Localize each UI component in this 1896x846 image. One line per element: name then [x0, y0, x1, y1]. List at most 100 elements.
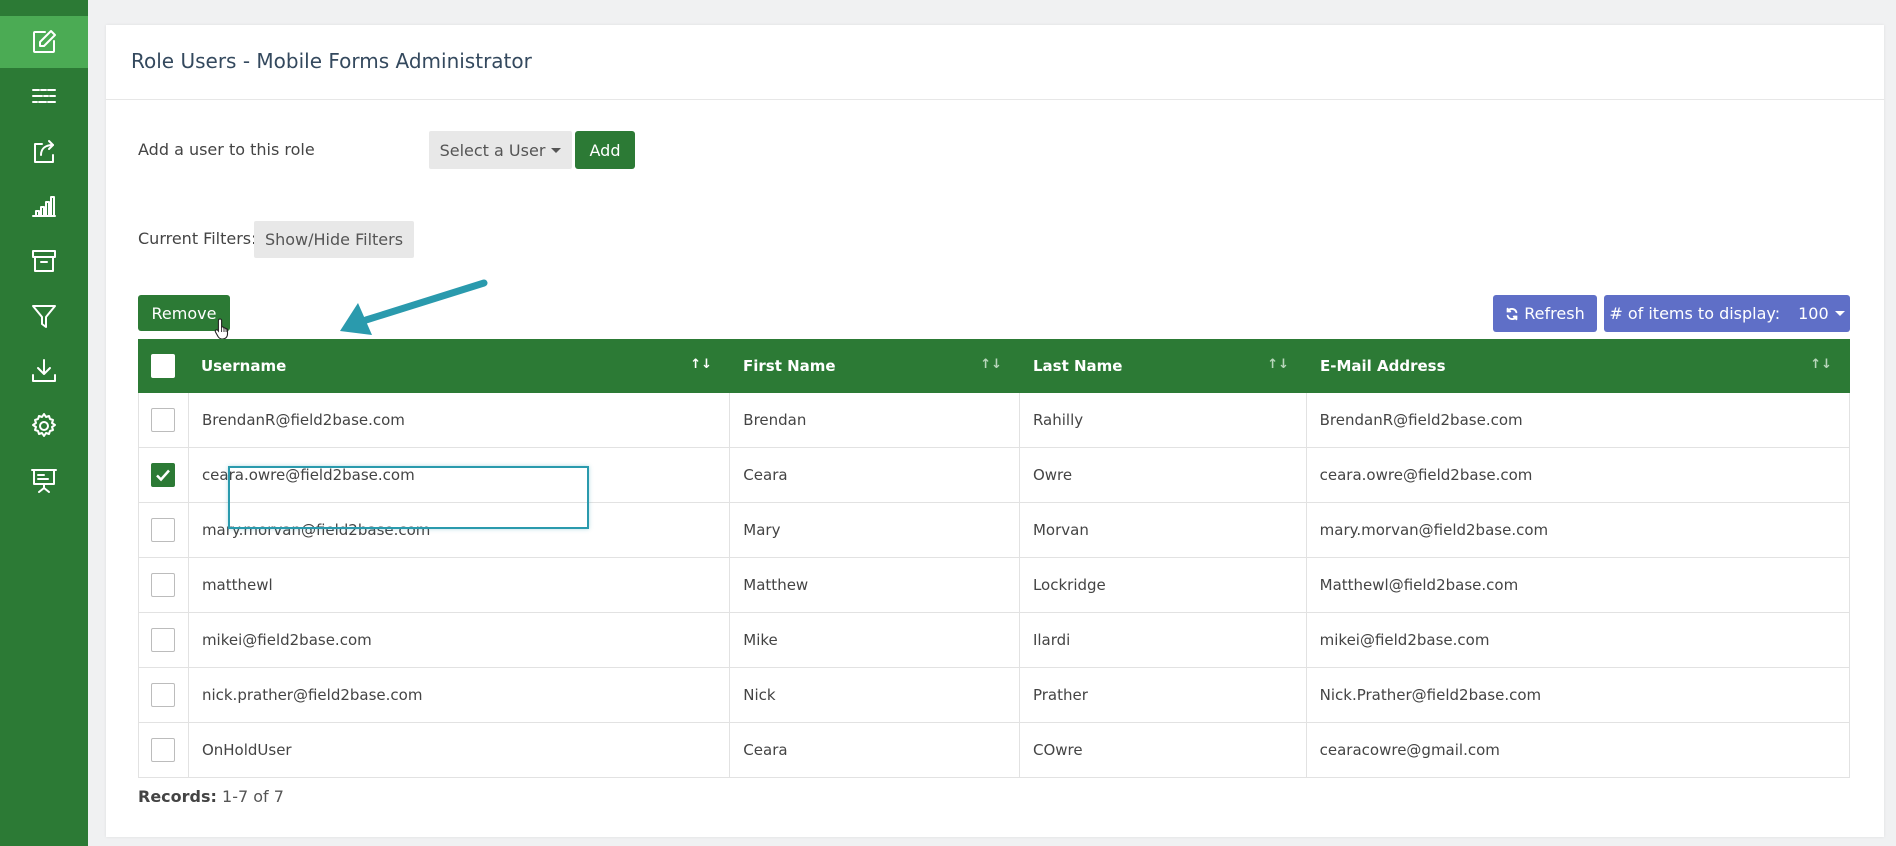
form-fields-icon — [32, 89, 56, 103]
caret-down-icon — [551, 147, 562, 153]
table-row[interactable]: BrendanR@field2base.com Brendan Rahilly … — [138, 393, 1850, 448]
email-cell: cearacowre@gmail.com — [1319, 741, 1500, 759]
first-name-cell: Mary — [730, 503, 1020, 557]
row-select-cell — [139, 503, 189, 557]
filter-icon — [32, 305, 56, 328]
column-header-email[interactable]: E-Mail Address ↑↓ — [1307, 339, 1850, 393]
highlight-annotation-box — [228, 466, 589, 529]
sort-icon[interactable]: ↑↓ — [1810, 357, 1832, 372]
sort-icon[interactable]: ↑↓ — [690, 357, 712, 372]
sort-icon[interactable]: ↑↓ — [980, 357, 1002, 372]
column-header-label: Username — [201, 357, 287, 375]
username-cell: matthewl — [189, 558, 731, 612]
caret-down-icon — [1834, 311, 1845, 316]
nav-item-downloads[interactable] — [0, 345, 88, 397]
username-cell: nick.prather@field2base.com — [189, 668, 731, 722]
column-header-last-name[interactable]: Last Name ↑↓ — [1020, 339, 1307, 393]
column-header-first-name[interactable]: First Name ↑↓ — [730, 339, 1020, 393]
column-header-username[interactable]: Username ↑↓ — [188, 339, 730, 393]
records-value: 1-7 of 7 — [222, 787, 284, 806]
table-row[interactable]: OnHoldUser Ceara COwre cearacowre@gmail.… — [138, 723, 1850, 778]
sidebar — [0, 0, 88, 846]
card-header: Role Users - Mobile Forms Administrator — [106, 25, 1884, 100]
current-filters-label: Current Filters: — [138, 229, 257, 248]
email-cell: mikei@field2base.com — [1319, 631, 1490, 649]
column-header-label: Last Name — [1033, 357, 1123, 375]
download-icon — [32, 359, 56, 382]
nav-item-settings[interactable] — [0, 400, 88, 452]
nav-item-export[interactable] — [0, 125, 88, 177]
records-label: Records: — [138, 787, 217, 806]
presentation-icon — [31, 469, 57, 493]
gear-icon — [32, 413, 56, 437]
users-table: Username ↑↓ First Name ↑↓ Last Name ↑↓ E… — [138, 339, 1850, 778]
column-header-label: First Name — [743, 357, 836, 375]
add-button[interactable]: Add — [575, 131, 635, 169]
nav-item-archive[interactable] — [0, 235, 88, 287]
nav-item-fields[interactable] — [0, 70, 88, 122]
select-user-dropdown[interactable]: Select a User — [429, 131, 572, 169]
row-select-cell — [139, 723, 189, 777]
edit-icon — [33, 30, 56, 53]
row-select-cell — [139, 393, 189, 447]
refresh-icon — [1506, 307, 1518, 320]
email-cell: BrendanR@field2base.com — [1319, 411, 1523, 429]
sort-icon[interactable]: ↑↓ — [1267, 357, 1289, 372]
show-hide-filters-button[interactable]: Show/Hide Filters — [254, 221, 414, 258]
select-all-checkbox[interactable] — [151, 354, 175, 378]
row-checkbox[interactable] — [151, 463, 176, 487]
checkmark-icon — [156, 469, 171, 482]
first-name-cell: Brendan — [730, 393, 1020, 447]
username-cell: OnHoldUser — [189, 723, 731, 777]
row-checkbox[interactable] — [151, 738, 176, 762]
table-row[interactable]: nick.prather@field2base.com Nick Prather… — [138, 668, 1850, 723]
email-cell: ceara.owre@field2base.com — [1319, 466, 1533, 484]
archive-icon — [32, 250, 56, 272]
last-name-cell: Prather — [1020, 668, 1307, 722]
select-all-cell — [138, 339, 188, 393]
username-cell: BrendanR@field2base.com — [189, 393, 731, 447]
column-header-label: E-Mail Address — [1320, 357, 1446, 375]
row-checkbox[interactable] — [151, 518, 176, 542]
first-name-cell: Mike — [730, 613, 1020, 667]
email-cell: mary.morvan@field2base.com — [1319, 521, 1549, 539]
last-name-cell: Rahilly — [1020, 393, 1307, 447]
row-checkbox[interactable] — [151, 408, 176, 432]
table-row[interactable]: mikei@field2base.com Mike Ilardi mikei@f… — [138, 613, 1850, 668]
items-per-page-dropdown[interactable]: # of items to display: 100 — [1604, 295, 1850, 332]
hand-cursor-icon — [214, 318, 229, 340]
nav-item-filters[interactable] — [0, 290, 88, 342]
first-name-cell: Ceara — [730, 723, 1020, 777]
annotation-arrow-icon — [340, 279, 488, 335]
row-select-cell — [139, 558, 189, 612]
share-export-icon — [34, 140, 54, 163]
first-name-cell: Matthew — [730, 558, 1020, 612]
row-checkbox[interactable] — [151, 628, 176, 652]
bar-chart-icon — [32, 196, 56, 217]
last-name-cell: Ilardi — [1020, 613, 1307, 667]
first-name-cell: Nick — [730, 668, 1020, 722]
email-cell: Matthewl@field2base.com — [1319, 576, 1519, 594]
row-checkbox[interactable] — [151, 573, 176, 597]
refresh-button[interactable]: Refresh — [1493, 295, 1597, 332]
last-name-cell: Lockridge — [1020, 558, 1307, 612]
last-name-cell: Morvan — [1020, 503, 1307, 557]
first-name-cell: Ceara — [730, 448, 1020, 502]
records-count: Records: 1-7 of 7 — [138, 787, 284, 806]
nav-item-presentation[interactable] — [0, 454, 88, 506]
email-cell: Nick.Prather@field2base.com — [1319, 686, 1542, 704]
items-per-page-value: 100 — [1798, 304, 1829, 323]
table-row[interactable]: matthewl Matthew Lockridge Matthewl@fiel… — [138, 558, 1850, 613]
row-select-cell — [139, 613, 189, 667]
main-card: Role Users - Mobile Forms Administrator … — [106, 25, 1884, 837]
last-name-cell: Owre — [1020, 448, 1307, 502]
nav-item-forms[interactable] — [0, 16, 88, 68]
refresh-label: Refresh — [1524, 304, 1585, 323]
table-header: Username ↑↓ First Name ↑↓ Last Name ↑↓ E… — [138, 339, 1850, 393]
add-user-label: Add a user to this role — [138, 140, 315, 159]
nav-item-reports[interactable] — [0, 180, 88, 232]
row-select-cell — [139, 448, 189, 502]
items-per-page-label: # of items to display: — [1609, 304, 1781, 323]
username-cell: mikei@field2base.com — [189, 613, 731, 667]
row-checkbox[interactable] — [151, 683, 176, 707]
